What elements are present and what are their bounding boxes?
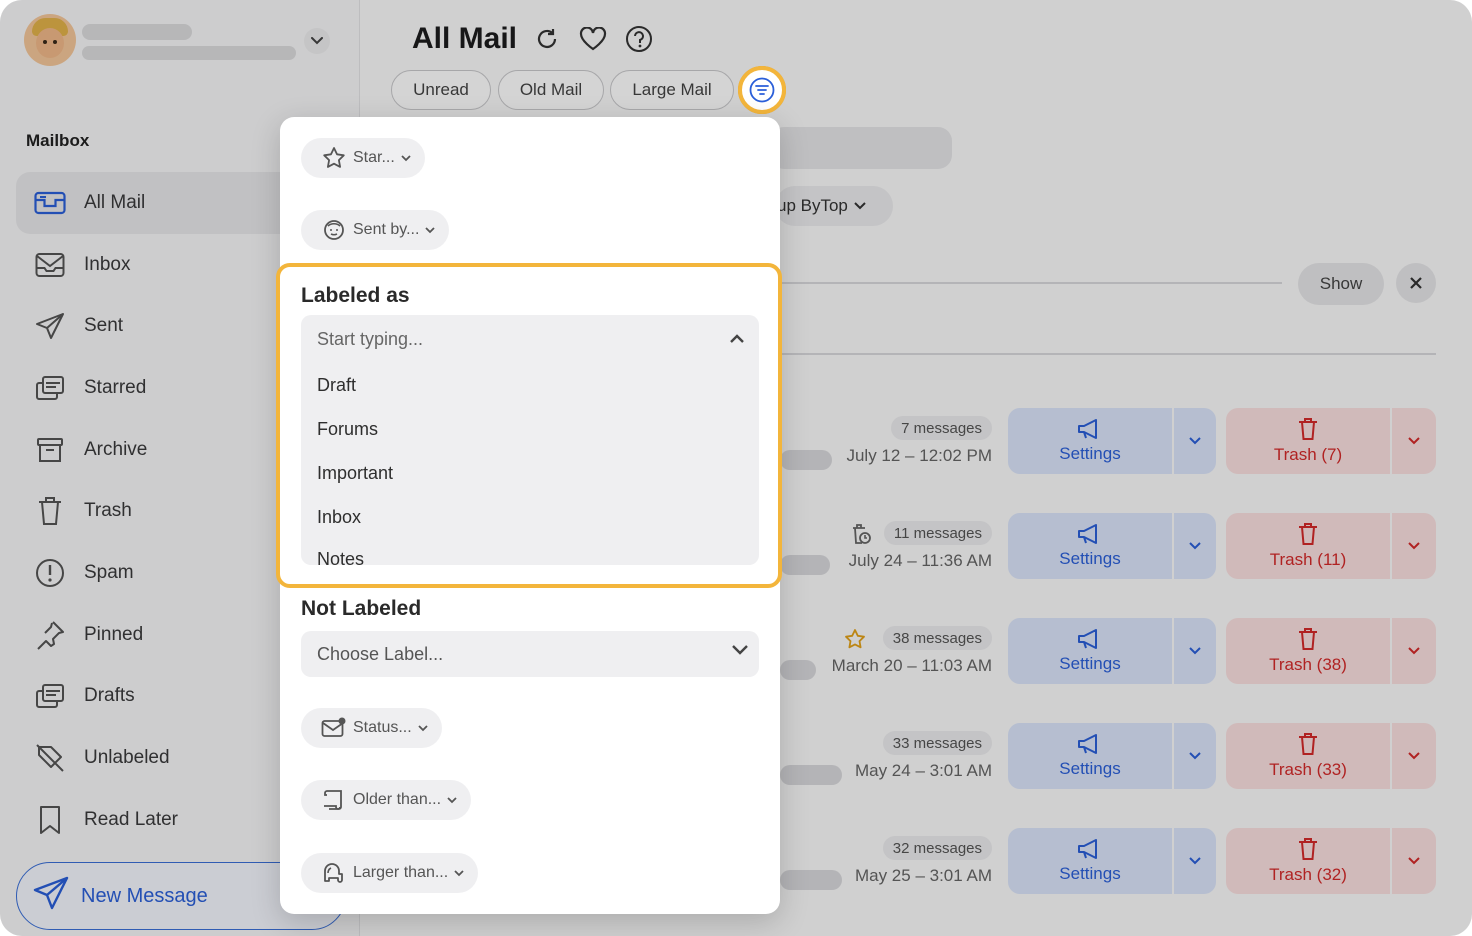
- person-icon: [321, 217, 347, 243]
- chevron-down-icon: [732, 645, 748, 655]
- chevron-down-icon: [418, 724, 428, 731]
- status-filter-button[interactable]: Status...: [301, 708, 442, 748]
- sent-by-filter-label: Sent by...: [353, 221, 420, 238]
- larger-than-filter-label: Larger than...: [353, 864, 449, 881]
- star-filter-label: Star...: [353, 149, 395, 166]
- older-than-filter-button[interactable]: Older than...: [301, 780, 472, 820]
- scroll-icon: [321, 787, 347, 813]
- label-option[interactable]: Draft: [317, 375, 356, 396]
- chevron-down-icon: [454, 869, 464, 876]
- app-window: Mailbox All Mail Inbox Sent Starred Arch…: [0, 0, 1472, 936]
- not-labeled-select[interactable]: Choose Label...: [301, 631, 759, 677]
- label-option[interactable]: Important: [317, 463, 393, 484]
- labeled-as-combobox[interactable]: Start typing... Draft Forums Important I…: [301, 315, 759, 565]
- labeled-as-section: Labeled as Start typing... Draft Forums …: [276, 263, 782, 588]
- elephant-icon: [321, 860, 347, 886]
- chevron-down-icon: [425, 226, 436, 233]
- sent-by-filter-button[interactable]: Sent by...: [301, 210, 450, 250]
- status-filter-label: Status...: [353, 719, 412, 736]
- label-option[interactable]: Inbox: [317, 507, 361, 528]
- labeled-as-search-input[interactable]: Start typing...: [317, 329, 423, 350]
- mail-status-icon: [321, 715, 347, 741]
- older-than-filter-label: Older than...: [353, 791, 442, 808]
- chevron-down-icon: [401, 154, 411, 161]
- label-option[interactable]: Notes: [317, 549, 364, 565]
- filter-icon: [749, 77, 775, 103]
- chevron-down-icon: [447, 796, 457, 803]
- larger-than-filter-button[interactable]: Larger than...: [301, 853, 479, 893]
- not-labeled-title: Not Labeled: [301, 597, 422, 620]
- label-option[interactable]: Forums: [317, 419, 378, 440]
- star-icon: [321, 145, 347, 171]
- star-filter-button[interactable]: Star...: [301, 138, 425, 178]
- not-labeled-value: Choose Label...: [317, 643, 444, 664]
- filter-button-highlighted[interactable]: [738, 66, 786, 114]
- labeled-as-title: Labeled as: [301, 284, 410, 307]
- chevron-up-icon[interactable]: [727, 329, 747, 349]
